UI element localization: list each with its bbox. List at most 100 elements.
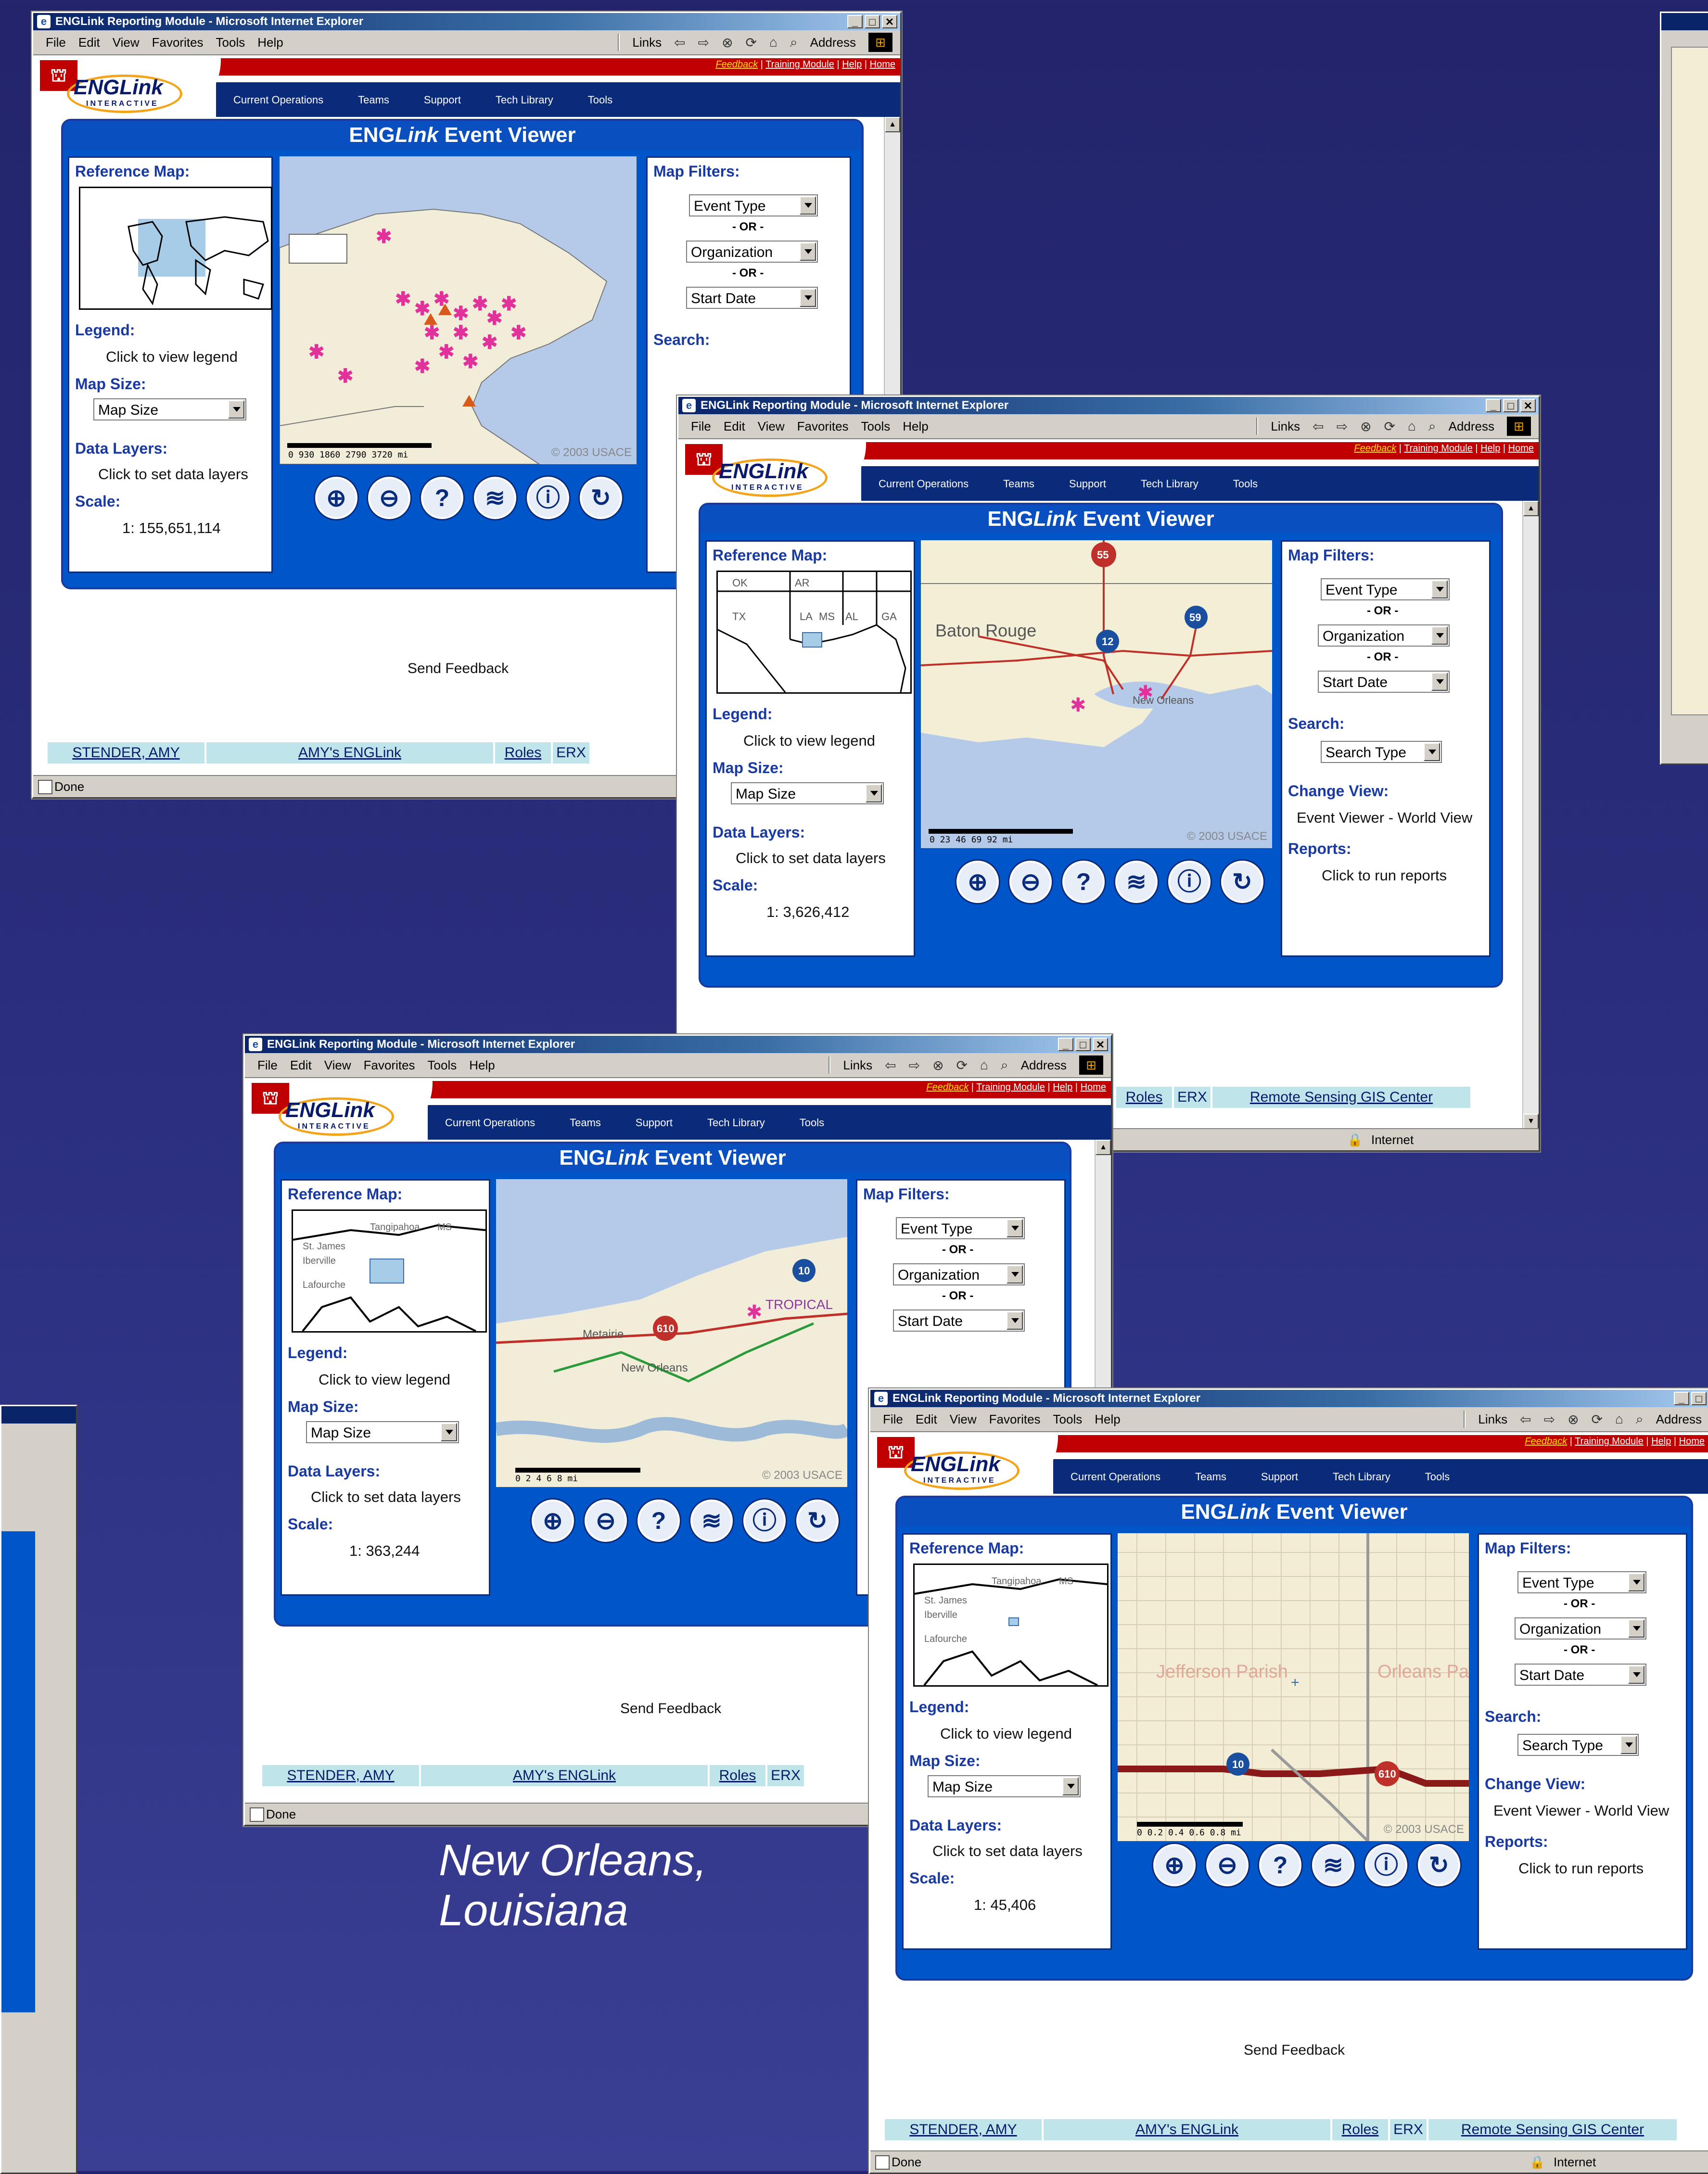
menu-file[interactable]: File bbox=[46, 35, 66, 50]
home-link[interactable]: Home bbox=[1081, 1082, 1106, 1093]
rs-gis-link[interactable]: Remote Sensing GIS Center bbox=[1428, 2119, 1679, 2140]
search-type-select[interactable]: Search Type bbox=[1321, 741, 1442, 763]
home-link[interactable]: Home bbox=[1508, 443, 1534, 454]
menu-tools[interactable]: Tools bbox=[428, 1058, 457, 1073]
zoom-out-icon[interactable]: ⊖ bbox=[368, 477, 410, 519]
close-icon[interactable]: ✕ bbox=[882, 15, 897, 28]
maximize-icon[interactable]: □ bbox=[1503, 399, 1518, 412]
menu-favorites[interactable]: Favorites bbox=[152, 35, 204, 50]
search-type-select[interactable]: Search Type bbox=[1517, 1734, 1639, 1756]
address-label[interactable]: Address bbox=[1449, 419, 1494, 434]
nav-teams[interactable]: Teams bbox=[570, 1117, 601, 1129]
event-type-select[interactable]: Event Type bbox=[896, 1217, 1025, 1239]
event-type-select[interactable]: Event Type bbox=[1321, 578, 1450, 600]
help-link[interactable]: Help bbox=[1053, 1082, 1072, 1093]
nav-support[interactable]: Support bbox=[636, 1117, 673, 1129]
stop-icon[interactable]: ⊗ bbox=[1360, 419, 1371, 434]
nav-tools[interactable]: Tools bbox=[1425, 1471, 1450, 1483]
feedback-link[interactable]: Feedback bbox=[1525, 1436, 1567, 1447]
zoom-in-icon[interactable]: ⊕ bbox=[1153, 1844, 1196, 1886]
menu-view[interactable]: View bbox=[113, 35, 140, 50]
maximize-icon[interactable]: □ bbox=[1691, 1392, 1707, 1405]
minimize-icon[interactable]: _ bbox=[847, 15, 863, 28]
search-icon[interactable]: ⌕ bbox=[1636, 1411, 1644, 1427]
layers-icon[interactable]: ≋ bbox=[1115, 861, 1158, 903]
send-feedback-link[interactable]: Send Feedback bbox=[620, 1701, 721, 1717]
help-link[interactable]: Help bbox=[1651, 1436, 1671, 1447]
refresh-icon[interactable]: ⟳ bbox=[956, 1057, 968, 1073]
back-icon[interactable]: ⇦ bbox=[1313, 419, 1324, 434]
training-link[interactable]: Training Module bbox=[765, 59, 834, 70]
map-size-select[interactable]: Map Size bbox=[731, 782, 884, 804]
brand-area[interactable]: ⛫ ENGLink INTERACTIVE bbox=[33, 55, 221, 118]
zoom-in-icon[interactable]: ⊕ bbox=[532, 1500, 574, 1542]
maximize-icon[interactable]: □ bbox=[1075, 1038, 1091, 1051]
menu-tools[interactable]: Tools bbox=[861, 419, 891, 434]
event-type-select[interactable]: Event Type bbox=[1517, 1571, 1646, 1593]
title-bar[interactable]: e ENGLink Reporting Module - Microsoft I… bbox=[245, 1036, 1111, 1053]
legend-link[interactable]: Click to view legend bbox=[940, 1725, 1072, 1742]
rs-gis-link[interactable]: Remote Sensing GIS Center bbox=[1212, 1087, 1472, 1108]
nav-tools[interactable]: Tools bbox=[1233, 478, 1258, 490]
title-bar[interactable]: e ENGLink Reporting Module - Microsoft I… bbox=[33, 13, 900, 30]
zoom-out-icon[interactable]: ⊖ bbox=[1009, 861, 1052, 903]
start-date-select[interactable]: Start Date bbox=[1515, 1664, 1646, 1686]
help-icon[interactable]: ? bbox=[637, 1500, 680, 1542]
data-layers-link[interactable]: Click to set data layers bbox=[98, 466, 248, 483]
main-map-metairie[interactable]: 10 610 Jefferson Parish Orleans Parish +… bbox=[1118, 1533, 1469, 1841]
zoom-in-icon[interactable]: ⊕ bbox=[315, 477, 357, 519]
nav-support[interactable]: Support bbox=[1261, 1471, 1298, 1483]
links-button[interactable]: Links bbox=[843, 1058, 872, 1073]
identify-icon[interactable]: ⓘ bbox=[1168, 861, 1211, 903]
start-date-select[interactable]: Start Date bbox=[686, 287, 818, 309]
map-size-select[interactable]: Map Size bbox=[928, 1775, 1081, 1797]
nav-tools[interactable]: Tools bbox=[800, 1117, 824, 1129]
user-name-link[interactable]: STENDER, AMY bbox=[48, 742, 206, 763]
refresh-icon[interactable]: ⟳ bbox=[1384, 419, 1395, 434]
minimize-icon[interactable]: _ bbox=[1058, 1038, 1073, 1051]
maximize-icon[interactable]: □ bbox=[865, 15, 880, 28]
legend-link[interactable]: Click to view legend bbox=[319, 1371, 450, 1388]
forward-icon[interactable]: ⇨ bbox=[1544, 1411, 1555, 1427]
menu-view[interactable]: View bbox=[950, 1412, 977, 1427]
forward-icon[interactable]: ⇨ bbox=[698, 35, 709, 51]
forward-icon[interactable]: ⇨ bbox=[1337, 419, 1348, 434]
nav-tech-library[interactable]: Tech Library bbox=[496, 94, 553, 106]
training-link[interactable]: Training Module bbox=[976, 1082, 1045, 1093]
my-englink-link[interactable]: AMY's ENGLink bbox=[1044, 2119, 1332, 2140]
legend-link[interactable]: Click to view legend bbox=[106, 348, 238, 366]
refresh-map-icon[interactable]: ↻ bbox=[1221, 861, 1263, 903]
reference-map[interactable]: Tangipahoa St. James Iberville Lafourche MS bbox=[292, 1209, 487, 1333]
my-englink-link[interactable]: AMY's ENGLink bbox=[421, 1765, 710, 1786]
links-button[interactable]: Links bbox=[632, 35, 662, 50]
feedback-link[interactable]: Feedback bbox=[1354, 443, 1396, 454]
organization-select[interactable]: Organization bbox=[1515, 1617, 1646, 1640]
user-name-link[interactable]: STENDER, AMY bbox=[262, 1765, 421, 1786]
menu-favorites[interactable]: Favorites bbox=[989, 1412, 1041, 1427]
title-bar[interactable]: e ENGLink Reporting Module - Microsoft I… bbox=[870, 1390, 1708, 1407]
home-icon[interactable]: ⌂ bbox=[769, 35, 778, 50]
scrollbar[interactable]: ▲ ▼ bbox=[1522, 501, 1539, 1129]
minimize-icon[interactable]: _ bbox=[1674, 1392, 1689, 1405]
scroll-up-icon[interactable]: ▲ bbox=[885, 117, 900, 132]
menu-edit[interactable]: Edit bbox=[78, 35, 100, 50]
nav-teams[interactable]: Teams bbox=[1003, 478, 1034, 490]
title-bar[interactable]: e ENGLink Reporting Module - Microsoft I… bbox=[678, 397, 1539, 414]
layers-icon[interactable]: ≋ bbox=[474, 477, 516, 519]
minimize-icon[interactable]: _ bbox=[1486, 399, 1501, 412]
scroll-down-icon[interactable]: ▼ bbox=[1523, 1114, 1539, 1129]
reference-map[interactable]: OK AR TX LA MS AL GA bbox=[716, 571, 912, 694]
menu-tools[interactable]: Tools bbox=[1053, 1412, 1083, 1427]
nav-tech-library[interactable]: Tech Library bbox=[1333, 1471, 1390, 1483]
links-button[interactable]: Links bbox=[1478, 1412, 1507, 1427]
reports-link[interactable]: Click to run reports bbox=[1518, 1860, 1644, 1877]
nav-current-operations[interactable]: Current Operations bbox=[879, 478, 969, 490]
start-date-select[interactable]: Start Date bbox=[1318, 671, 1450, 693]
menu-help[interactable]: Help bbox=[257, 35, 283, 50]
menu-file[interactable]: File bbox=[691, 419, 711, 434]
close-icon[interactable]: ✕ bbox=[1520, 399, 1536, 412]
search-icon[interactable]: ⌕ bbox=[1428, 419, 1436, 434]
brand-area[interactable]: ⛫ ENGLink INTERACTIVE bbox=[870, 1432, 1058, 1495]
identify-icon[interactable]: ⓘ bbox=[527, 477, 569, 519]
organization-select[interactable]: Organization bbox=[1318, 624, 1450, 647]
